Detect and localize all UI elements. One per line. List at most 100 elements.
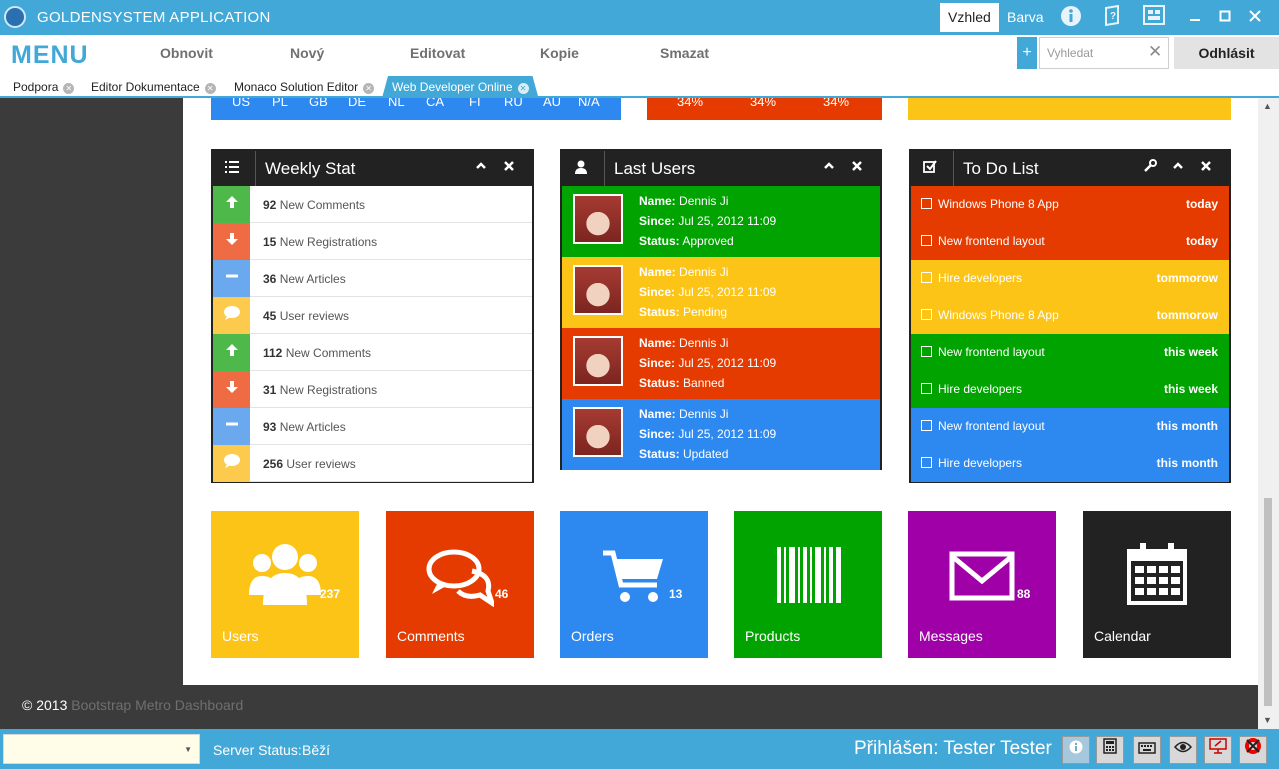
close-icon[interactable] <box>1244 6 1266 28</box>
user-status: Banned <box>683 376 725 390</box>
server-status-label: Server Status: <box>213 742 302 758</box>
stat-text: 45 User reviews <box>263 309 349 323</box>
scroll-thumb[interactable] <box>1264 498 1272 706</box>
todo-when: today <box>1185 234 1218 248</box>
scroll-up-icon[interactable]: ▲ <box>1263 101 1272 111</box>
tile-count: 13 <box>669 587 683 601</box>
menu-label[interactable]: MENU <box>11 41 89 70</box>
panel-header: Weekly Stat <box>213 151 532 186</box>
menu-barva[interactable]: Barva <box>999 3 1052 32</box>
user-since: Jul 25, 2012 11:09 <box>678 285 777 299</box>
menu-vzhled[interactable]: Vzhled <box>940 3 999 32</box>
minimize-icon[interactable] <box>1184 6 1206 28</box>
search-add-button[interactable]: + <box>1017 37 1037 69</box>
keyboard-button[interactable] <box>1133 736 1161 764</box>
todo-checkbox[interactable] <box>921 420 932 431</box>
tile-users[interactable]: 237 Users <box>211 511 359 658</box>
todo-item[interactable]: New frontend layout today <box>911 223 1229 260</box>
info-icon[interactable] <box>1058 5 1084 29</box>
title-bar: GOLDENSYSTEM APPLICATION Vzhled Barva ? <box>0 0 1279 35</box>
logout-button[interactable]: Odhlásit <box>1174 37 1279 69</box>
tab-monaco-solution-editor[interactable]: Monaco Solution Editor ✕ <box>234 78 375 98</box>
calendar-icon <box>1127 543 1187 605</box>
search-clear-icon[interactable]: ✕ <box>1148 42 1162 62</box>
menu-novy[interactable]: Nový <box>290 45 324 61</box>
todo-item[interactable]: Windows Phone 8 App today <box>911 186 1229 223</box>
calculator-button[interactable] <box>1096 736 1124 764</box>
info-button[interactable] <box>1062 736 1090 764</box>
tab-close-icon[interactable]: ✕ <box>363 83 375 94</box>
menu-kopie[interactable]: Kopie <box>540 45 579 61</box>
todo-checkbox[interactable] <box>921 235 932 246</box>
panel-title: Weekly Stat <box>265 159 356 178</box>
todo-checkbox[interactable] <box>921 383 932 394</box>
maximize-icon[interactable] <box>1214 6 1236 28</box>
todo-checkbox[interactable] <box>921 346 932 357</box>
scroll-down-icon[interactable]: ▼ <box>1263 715 1272 725</box>
stat-row: 45 User reviews <box>213 297 532 334</box>
menu-smazat[interactable]: Smazat <box>660 45 709 61</box>
tab-close-icon[interactable]: ✕ <box>204 83 216 94</box>
todo-checkbox[interactable] <box>921 198 932 209</box>
tile-messages[interactable]: 88 Messages <box>908 511 1056 658</box>
user-status: Approved <box>682 234 734 248</box>
footer: © 2013 Bootstrap Metro Dashboard <box>0 685 1258 729</box>
tab-web-developer-online[interactable]: Web Developer Online ✕ <box>382 76 539 98</box>
todo-item[interactable]: Hire developers this week <box>911 371 1229 408</box>
menu-editovat[interactable]: Editovat <box>410 45 465 61</box>
todo-item[interactable]: Windows Phone 8 App tommorow <box>911 297 1229 334</box>
layout-icon[interactable] <box>1141 5 1167 29</box>
tile-comments[interactable]: 46 Comments <box>386 511 534 658</box>
panel-close-icon[interactable] <box>503 159 515 175</box>
todo-when: this month <box>1156 456 1218 470</box>
footer-copyright: © 2013 Bootstrap Metro Dashboard <box>22 697 243 713</box>
todo-item[interactable]: Hire developers this month <box>911 445 1229 482</box>
remote-desktop-button[interactable] <box>1204 736 1232 764</box>
user-row[interactable]: Name: Dennis Ji Since: Jul 25, 2012 11:09… <box>562 399 880 470</box>
todo-task: Hire developers <box>938 382 1023 396</box>
todo-item[interactable]: New frontend layout this month <box>911 408 1229 445</box>
status-select[interactable]: ▼ <box>3 734 200 764</box>
stat-row: 112 New Comments <box>213 334 532 371</box>
todo-item[interactable]: Hire developers tommorow <box>911 260 1229 297</box>
footer-link[interactable]: Bootstrap Metro Dashboard <box>71 697 243 713</box>
barcode-icon <box>777 547 841 603</box>
wrench-icon[interactable] <box>1144 159 1157 175</box>
panel-close-icon[interactable] <box>851 159 863 175</box>
keyboard-icon <box>1138 742 1156 754</box>
remote-eye-button[interactable] <box>1169 736 1197 764</box>
user-name: Dennis Ji <box>679 265 729 279</box>
tile-products[interactable]: Products <box>734 511 882 658</box>
stat-text: 112 New Comments <box>263 346 371 360</box>
user-since-line: Since: Jul 25, 2012 11:09 <box>639 214 777 228</box>
collapse-icon[interactable] <box>823 159 835 175</box>
tile-calendar[interactable]: Calendar <box>1083 511 1231 658</box>
user-row[interactable]: Name: Dennis Ji Since: Jul 25, 2012 11:09… <box>562 186 880 257</box>
collapse-icon[interactable] <box>475 159 487 175</box>
tab-label: Monaco Solution Editor <box>234 80 359 94</box>
stat-text: 15 New Registrations <box>263 235 377 249</box>
todo-checkbox[interactable] <box>921 457 932 468</box>
tab-close-icon[interactable]: ✕ <box>518 83 529 94</box>
todo-checkbox[interactable] <box>921 309 932 320</box>
status-bar: ▼ Server Status: Běží Přihlášen: Tester … <box>0 729 1279 769</box>
tab-editor-dokumentace[interactable]: Editor Dokumentace ✕ <box>91 78 216 98</box>
todo-checkbox[interactable] <box>921 272 932 283</box>
tile-count: 46 <box>495 587 509 601</box>
tab-podpora[interactable]: Podpora ✕ <box>13 78 75 98</box>
help-book-icon[interactable]: ? <box>1100 4 1126 29</box>
user-row[interactable]: Name: Dennis Ji Since: Jul 25, 2012 11:09… <box>562 328 880 399</box>
tab-close-icon[interactable]: ✕ <box>63 83 75 94</box>
country-label: AU <box>543 98 562 109</box>
user-row[interactable]: Name: Dennis Ji Since: Jul 25, 2012 11:09… <box>562 257 880 328</box>
tile-orders[interactable]: 13 Orders <box>560 511 708 658</box>
lifebuoy-button[interactable] <box>1239 736 1267 764</box>
menu-obnovit[interactable]: Obnovit <box>160 45 213 61</box>
app-logo-icon <box>4 6 26 28</box>
yellow-strip <box>908 98 1231 120</box>
tile-label: Users <box>222 628 259 644</box>
collapse-icon[interactable] <box>1172 159 1184 175</box>
panel-close-icon[interactable] <box>1200 159 1212 175</box>
todo-item[interactable]: New frontend layout this week <box>911 334 1229 371</box>
vertical-scrollbar[interactable]: ▲ ▼ <box>1258 98 1279 729</box>
